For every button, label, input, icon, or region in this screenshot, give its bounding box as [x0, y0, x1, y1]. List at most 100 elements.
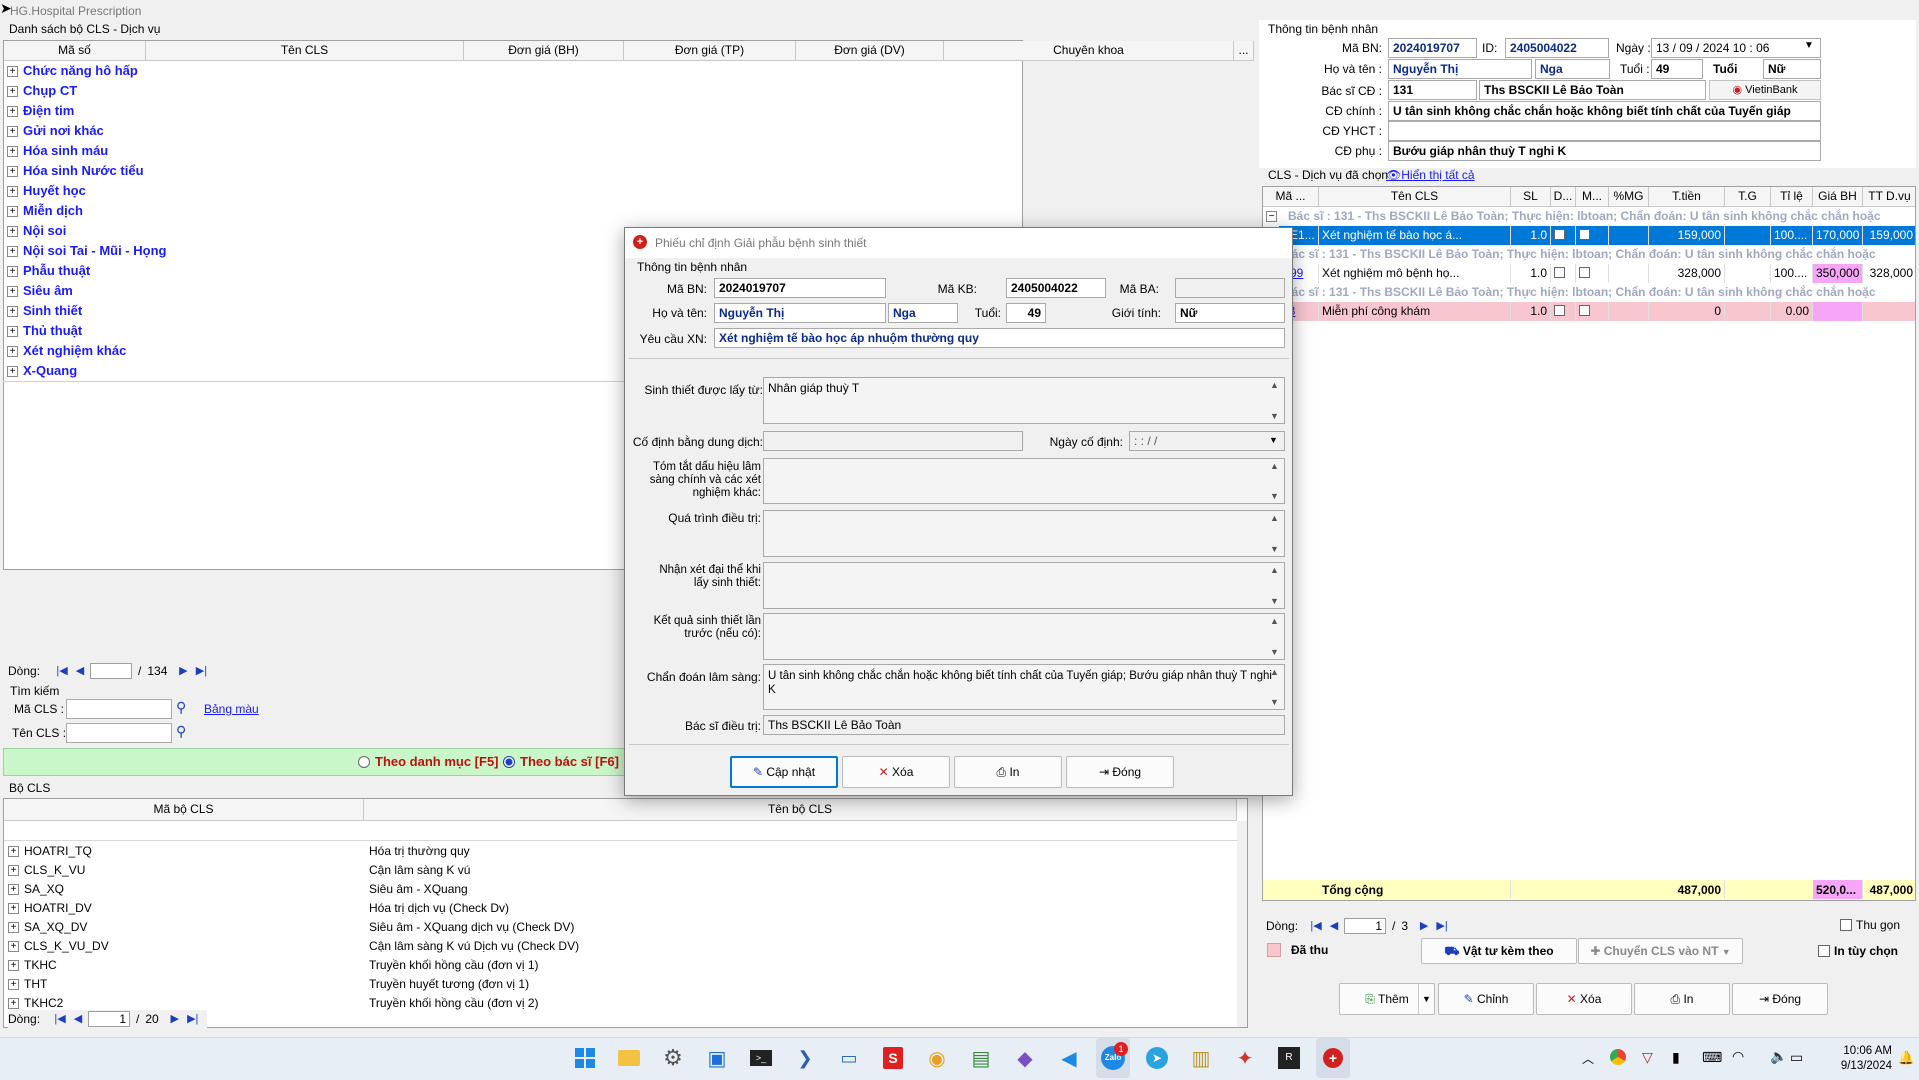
col-sl[interactable]: SL [1511, 187, 1551, 207]
expand-icon[interactable]: + [7, 86, 18, 98]
col-ma-so[interactable]: Mã số [4, 41, 146, 61]
dlg-ho-field[interactable]: Nguyễn Thị [714, 303, 886, 323]
hospital-app-icon[interactable]: + [1316, 1038, 1350, 1078]
last-page-icon[interactable]: ▶| [185, 1012, 201, 1026]
volume-icon[interactable]: 🔈 [1770, 1048, 1787, 1065]
thu-gon-checkbox[interactable]: Thu gọn [1840, 918, 1900, 932]
category-row[interactable]: + Xét nghiệm khác [7, 341, 126, 361]
expand-icon[interactable]: + [7, 106, 18, 118]
cd-chinh-field[interactable]: U tân sinh không chắc chắn hoặc không bi… [1388, 101, 1821, 121]
col-more[interactable]: ... [1234, 41, 1254, 61]
category-row[interactable]: + Gửi nơi khác [7, 121, 104, 141]
bs-code-field[interactable]: 131 [1388, 80, 1477, 100]
col-d[interactable]: D... [1551, 187, 1576, 207]
prev-page-icon[interactable]: ◀ [1326, 919, 1342, 933]
ket-qua-textarea[interactable]: ▲ ▼ [763, 613, 1285, 660]
pager-input[interactable] [90, 663, 133, 679]
ma-cls-input[interactable] [66, 699, 172, 719]
expand-icon[interactable]: + [7, 66, 18, 78]
xoa-button[interactable]: ✕ Xóa [1536, 983, 1632, 1015]
category-row[interactable]: + Huyết học [7, 181, 86, 201]
dong-button[interactable]: ⇥ Đóng [1732, 983, 1828, 1015]
table-row[interactable]: + CLS_K_VU_DV Cận lâm sàng K vú Dịch vụ (C… [4, 937, 1237, 956]
expand-icon[interactable]: + [8, 998, 19, 1010]
cap-nhat-button[interactable]: ✎ Cập nhật [730, 756, 838, 788]
dlg-ten-field[interactable]: Nga [888, 303, 958, 323]
chrome-tray-icon[interactable] [1610, 1049, 1626, 1065]
vscode-icon[interactable]: ◀ [1052, 1038, 1086, 1078]
col-ten-cls[interactable]: Tên CLS [146, 41, 464, 61]
expand-icon[interactable]: + [7, 326, 18, 338]
col-ten-bo-cls[interactable]: Tên bộ CLS [364, 799, 1237, 821]
in-button[interactable]: ⎙ In [1634, 983, 1730, 1015]
dlg-tuoi-field[interactable]: 49 [1006, 303, 1046, 323]
category-row[interactable]: + Thủ thuật [7, 321, 82, 341]
vietinbank-button[interactable]: ◉ VietinBank [1709, 80, 1821, 100]
bs-dieu-tri-field[interactable]: Ths BSCKII Lê Bảo Toàn [763, 715, 1285, 735]
pager-input[interactable]: 1 [1344, 918, 1387, 934]
chan-doan-textarea[interactable]: U tân sinh không chắc chắn hoặc không bi… [763, 664, 1285, 710]
terminal-icon[interactable]: >_ [744, 1038, 778, 1078]
chinh-button[interactable]: ✎ Chỉnh [1438, 983, 1534, 1015]
table-row[interactable]: + SA_XQ Siêu âm - XQuang [4, 880, 1237, 899]
expand-icon[interactable]: + [7, 266, 18, 278]
qua-trinh-textarea[interactable]: ▲ ▼ [763, 510, 1285, 557]
expand-icon[interactable]: + [7, 306, 18, 318]
ma-bn-field[interactable]: 2024019707 [1388, 38, 1477, 58]
textarea-scrollbar[interactable]: ▲ ▼ [1267, 460, 1283, 502]
col-ttien[interactable]: T.tiền [1649, 187, 1725, 207]
textarea-scrollbar[interactable]: ▲ ▼ [1267, 512, 1283, 555]
archive-icon[interactable]: ▥ [1184, 1038, 1218, 1078]
selected-row[interactable]: E99 Xét nghiệm mô bệnh họ... 1.0 328,000… [1279, 264, 1915, 283]
table-row[interactable]: + HOATRI_DV Hóa trị dịch vụ (Check Dv) [4, 899, 1237, 918]
category-row[interactable]: + Hóa sinh Nước tiểu [7, 161, 144, 181]
vertical-scrollbar[interactable] [1237, 821, 1247, 1027]
table-row[interactable]: + HOATRI_TQ Hóa trị thường quy [4, 842, 1237, 861]
last-page-icon[interactable]: ▶| [193, 664, 209, 678]
first-page-icon[interactable]: |◀ [54, 664, 70, 678]
file-explorer-icon[interactable] [612, 1038, 646, 1078]
expand-icon[interactable]: + [8, 884, 19, 896]
red-app-icon[interactable]: S [876, 1038, 910, 1078]
textarea-scrollbar[interactable]: ▲ ▼ [1267, 615, 1283, 658]
expand-icon[interactable]: + [8, 941, 19, 953]
expand-icon[interactable]: + [8, 922, 19, 934]
chevron-down-icon[interactable]: ▼ [1804, 40, 1814, 51]
dlg-ma-kb-field[interactable]: 2405004022 [1006, 278, 1106, 298]
cd-phu-field[interactable]: Bướu giáp nhân thuỳ T nghi K [1388, 141, 1821, 161]
filter-row[interactable] [4, 821, 1237, 841]
ngay-co-dinh-field[interactable]: : : / / [1129, 431, 1285, 451]
dlg-ma-bn-field[interactable]: 2024019707 [714, 278, 886, 298]
prev-page-icon[interactable]: ◀ [70, 1012, 86, 1026]
wifi-icon[interactable]: ◠ [1732, 1048, 1744, 1065]
checkbox[interactable] [1576, 264, 1609, 283]
expand-icon[interactable]: + [7, 346, 18, 358]
bang-mau-link[interactable]: Bảng màu [204, 702, 259, 716]
keyboard-icon[interactable]: ⌨ [1702, 1049, 1722, 1066]
telegram-icon[interactable]: ➤ [1140, 1038, 1174, 1078]
category-row[interactable]: + Miễn dịch [7, 201, 83, 221]
cd-yhct-field[interactable] [1388, 121, 1821, 141]
gioi-field[interactable]: Nữ [1763, 59, 1821, 79]
col-m[interactable]: M... [1576, 187, 1609, 207]
expand-icon[interactable]: + [8, 903, 19, 915]
group-row[interactable]: Bác sĩ : 131 - Ths BSCKII Lê Bảo Toàn; T… [1263, 283, 1915, 302]
expand-icon[interactable]: + [7, 246, 18, 258]
expand-icon[interactable]: + [8, 960, 19, 972]
col-tile[interactable]: Tỉ lệ [1771, 187, 1813, 207]
col-don-gia-bh[interactable]: Đơn giá (BH) [464, 41, 624, 61]
chevron-up-icon[interactable]: ︿ [1582, 1050, 1594, 1067]
table-row[interactable]: + SA_XQ_DV Siêu âm - XQuang dịch vụ (Check… [4, 918, 1237, 937]
powershell-icon[interactable]: ❯ [788, 1038, 822, 1078]
them-button[interactable]: ⎘ Thêm ▼ [1339, 983, 1435, 1015]
zalo-icon[interactable]: Zalo 1 [1096, 1038, 1130, 1078]
dialog-titlebar[interactable]: + Phiếu chỉ định Giải phẫu bệnh sinh thi… [625, 228, 1292, 258]
expand-icon[interactable]: + [7, 206, 18, 218]
collapse-icon[interactable]: − [1266, 211, 1277, 223]
spreadsheet-icon[interactable]: ▤ [964, 1038, 998, 1078]
first-page-icon[interactable]: |◀ [52, 1012, 68, 1026]
category-row[interactable]: + X-Quang [7, 361, 77, 381]
bs-name-field[interactable]: Ths BSCKII Lê Bảo Toàn [1479, 80, 1706, 100]
first-page-icon[interactable]: |◀ [1308, 919, 1324, 933]
col-tt-dvu[interactable]: TT D.vụ [1863, 187, 1915, 207]
